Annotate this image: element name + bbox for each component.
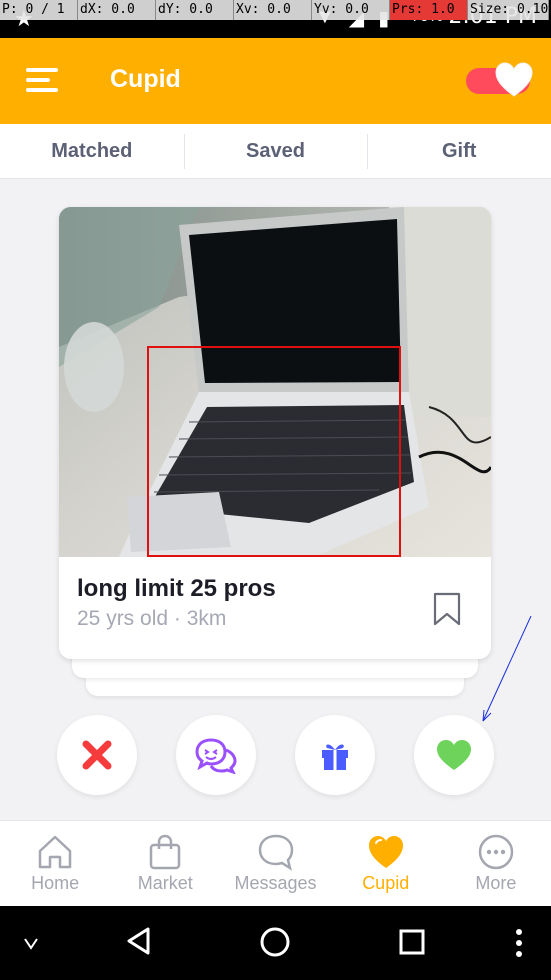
- action-bar: [0, 715, 551, 795]
- home-circle-icon[interactable]: [259, 926, 291, 958]
- nav-market[interactable]: Market: [110, 821, 220, 906]
- app-header: Cupid: [0, 38, 551, 124]
- profile-name: long limit 25 pros: [77, 575, 276, 602]
- nav-label: Market: [137, 873, 193, 893]
- more-dots-icon: [478, 834, 514, 870]
- debug-pressure: Prs: 1.0: [390, 0, 468, 20]
- cupid-toggle[interactable]: [466, 62, 533, 97]
- bookmark-icon[interactable]: [433, 592, 461, 626]
- heart-icon: [368, 836, 403, 868]
- like-button[interactable]: [414, 715, 494, 795]
- heart-icon: [495, 62, 533, 97]
- page-title: Cupid: [110, 65, 181, 93]
- profile-details: 25 yrs old · 3km: [77, 607, 227, 630]
- recents-icon[interactable]: [399, 929, 425, 955]
- tab-matched[interactable]: Matched: [0, 124, 184, 178]
- overflow-menu-icon[interactable]: [513, 928, 525, 958]
- chevron-down-icon[interactable]: [22, 934, 40, 952]
- shopping-bag-icon: [150, 834, 181, 870]
- system-nav-bar: [0, 906, 551, 980]
- dislike-button[interactable]: [57, 715, 137, 795]
- debug-pointer: P: 0 / 1: [0, 0, 78, 20]
- pointer-debug-bar: P: 0 / 1 dX: 0.0 dY: 0.0 Xv: 0.0 Yv: 0.0…: [0, 0, 551, 20]
- debug-size: Size: 0.10: [468, 0, 549, 20]
- debug-yv: Yv: 0.0: [312, 0, 390, 20]
- nav-cupid[interactable]: Cupid: [331, 821, 441, 906]
- debug-xv: Xv: 0.0: [234, 0, 312, 20]
- chat-button[interactable]: [176, 715, 256, 795]
- nav-label: Cupid: [362, 873, 410, 893]
- back-icon[interactable]: [124, 926, 154, 956]
- gift-icon: [322, 744, 348, 770]
- tab-bar: Matched Saved Gift: [0, 124, 551, 179]
- nav-label: More: [475, 873, 517, 893]
- focus-highlight-box: [147, 346, 401, 557]
- home-icon: [38, 835, 72, 869]
- nav-more[interactable]: More: [441, 821, 551, 906]
- nav-label: Messages: [234, 873, 317, 893]
- nav-label: Home: [31, 873, 80, 893]
- gift-button[interactable]: [295, 715, 375, 795]
- chat-bubbles-icon: [195, 738, 237, 774]
- nav-home[interactable]: Home: [0, 821, 110, 906]
- heart-icon: [437, 740, 471, 770]
- x-icon: [82, 740, 112, 770]
- debug-dy: dY: 0.0: [156, 0, 234, 20]
- chat-icon: [258, 834, 293, 871]
- bottom-nav: Home Market Messages Cupid More: [0, 820, 551, 906]
- tab-gift[interactable]: Gift: [367, 124, 551, 178]
- status-bar: ★ ▼ ◢ ▮ 70% 2:01 PM P: 0 / 1 dX: 0.0 dY:…: [0, 0, 551, 38]
- menu-icon[interactable]: [26, 68, 60, 94]
- tab-saved[interactable]: Saved: [183, 124, 368, 178]
- nav-messages[interactable]: Messages: [220, 821, 330, 906]
- debug-dx: dX: 0.0: [78, 0, 156, 20]
